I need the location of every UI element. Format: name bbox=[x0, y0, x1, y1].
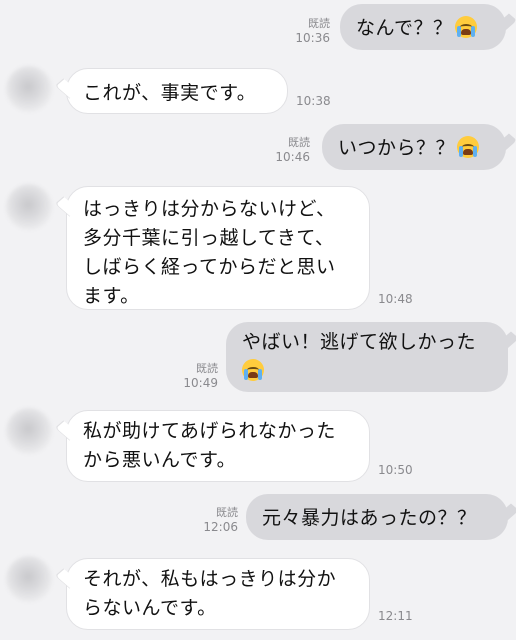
message-text: ます。 bbox=[83, 285, 140, 307]
avatar[interactable] bbox=[6, 408, 52, 454]
avatar[interactable] bbox=[6, 556, 52, 602]
message-text: 元々暴力はあったの？？ bbox=[262, 507, 477, 529]
avatar[interactable] bbox=[6, 66, 52, 112]
message-text: はっきりは分からないけど、 bbox=[83, 198, 336, 220]
loudly-crying-face-icon bbox=[242, 359, 264, 381]
read-receipt: 既読 bbox=[308, 17, 330, 30]
message-meta: 既読 10:46 bbox=[270, 136, 310, 164]
message-meta: 既読 10:49 bbox=[178, 362, 218, 390]
loudly-crying-face-icon bbox=[454, 16, 477, 38]
message-bubble-incoming[interactable]: 私が助けてあげられなかった から悪いんです。 bbox=[66, 410, 370, 482]
message-time: 10:38 bbox=[296, 94, 331, 108]
read-receipt: 既読 bbox=[288, 136, 310, 149]
message-bubble-outgoing[interactable]: 元々暴力はあったの？？ bbox=[246, 494, 508, 540]
avatar[interactable] bbox=[6, 184, 52, 230]
message-bubble-incoming[interactable]: これが、事実です。 bbox=[66, 68, 288, 114]
message-time: 10:46 bbox=[275, 150, 310, 164]
message-text: しばらく経ってからだと思い bbox=[83, 256, 336, 278]
message-time: 12:06 bbox=[203, 520, 238, 534]
message-time: 12:11 bbox=[378, 609, 413, 623]
loudly-crying-face-icon bbox=[457, 136, 480, 158]
message-meta: 既読 10:36 bbox=[290, 17, 330, 45]
message-text: 私が助けてあげられなかった bbox=[83, 420, 336, 442]
message-text: これが、事実です。 bbox=[83, 82, 257, 104]
message-time: 10:50 bbox=[378, 463, 413, 477]
message-meta: 既読 12:06 bbox=[198, 506, 238, 534]
message-text: 多分千葉に引っ越してきて、 bbox=[83, 227, 335, 249]
message-text: やばい！逃げて欲しかった bbox=[242, 331, 477, 353]
message-text: なんで？？ bbox=[356, 17, 453, 39]
read-receipt: 既読 bbox=[196, 362, 218, 375]
read-receipt: 既読 bbox=[216, 506, 238, 519]
message-bubble-outgoing[interactable]: いつから？？ bbox=[322, 124, 506, 170]
message-bubble-outgoing[interactable]: やばい！逃げて欲しかった bbox=[226, 322, 508, 392]
message-bubble-incoming[interactable]: それが、私もはっきりは分か らないんです。 bbox=[66, 558, 370, 630]
message-text: らないんです。 bbox=[83, 597, 217, 619]
message-text: それが、私もはっきりは分か bbox=[83, 568, 337, 590]
message-time: 10:36 bbox=[295, 31, 330, 45]
message-text: から悪いんです。 bbox=[83, 449, 237, 471]
message-bubble-incoming[interactable]: はっきりは分からないけど、 多分千葉に引っ越してきて、 しばらく経ってからだと思… bbox=[66, 186, 370, 310]
message-time: 10:48 bbox=[378, 292, 413, 306]
message-time: 10:49 bbox=[183, 376, 218, 390]
message-bubble-outgoing[interactable]: なんで？？ bbox=[340, 4, 506, 50]
message-text: いつから？？ bbox=[338, 137, 456, 159]
